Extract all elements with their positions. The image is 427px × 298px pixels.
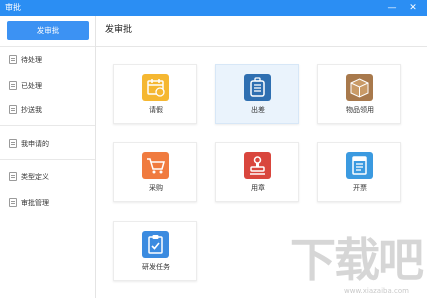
window-titlebar: 审批 — ✕: [0, 0, 427, 16]
card-business-trip[interactable]: 出差: [215, 64, 299, 124]
card-label: 用章: [251, 184, 265, 192]
card-invoice[interactable]: 开票: [317, 142, 401, 202]
task-clipboard-icon: [142, 231, 169, 258]
card-leave[interactable]: 请假: [113, 64, 197, 124]
card-label: 出差: [251, 106, 265, 114]
sidebar-item-cc-me[interactable]: 抄送我: [0, 99, 95, 121]
card-label: 开票: [353, 184, 367, 192]
watermark: 下载吧 www.xiazaiba.com: [290, 232, 424, 296]
suitcase-icon: [244, 74, 271, 101]
card-purchase[interactable]: 采购: [113, 142, 197, 202]
sidebar-item-pending[interactable]: 待处理: [0, 49, 95, 71]
sidebar-item-label: 我申请的: [21, 140, 49, 148]
sidebar-item-label: 已处理: [21, 82, 42, 90]
sidebar-item-label: 待处理: [21, 56, 42, 64]
approval-management-icon: [9, 198, 17, 207]
card-label: 请假: [149, 106, 163, 114]
cc-icon: [9, 105, 17, 114]
card-label: 研发任务: [142, 263, 170, 271]
page-title: 发审批: [105, 25, 133, 35]
done-icon: [9, 81, 17, 90]
header-divider: [96, 46, 427, 47]
sidebar-divider: [0, 46, 95, 47]
watermark-url: www.xiazaiba.com: [344, 287, 409, 295]
minimize-icon[interactable]: —: [385, 1, 399, 15]
sidebar-item-label: 类型定义: [21, 173, 49, 181]
calendar-icon: [142, 74, 169, 101]
watermark-logo: 下载吧: [290, 233, 424, 287]
close-icon[interactable]: ✕: [406, 1, 420, 15]
cart-icon: [142, 152, 169, 179]
card-item-requisition[interactable]: 物品领用: [317, 64, 401, 124]
sidebar-divider: [0, 159, 95, 160]
sidebar-item-label: 抄送我: [21, 106, 42, 114]
todo-icon: [9, 55, 17, 64]
card-label: 采购: [149, 184, 163, 192]
sidebar-divider: [0, 125, 95, 126]
stamp-icon: [244, 152, 271, 179]
sidebar-item-my-requests[interactable]: 我申请的: [0, 133, 95, 155]
card-label: 物品领用: [346, 106, 374, 114]
sidebar-item-label: 审批管理: [21, 199, 49, 207]
sidebar-item-approval-management[interactable]: 审批管理: [0, 192, 95, 214]
sidebar: 发审批 待处理 已处理 抄送我 我申请的 类型定义 审批管理: [0, 16, 96, 298]
card-seal-usage[interactable]: 用章: [215, 142, 299, 202]
sidebar-item-processed[interactable]: 已处理: [0, 75, 95, 97]
my-requests-icon: [9, 139, 17, 148]
window-title: 审批: [5, 3, 21, 12]
start-approval-button[interactable]: 发审批: [7, 21, 89, 40]
box-icon: [346, 74, 373, 101]
sidebar-item-type-definition[interactable]: 类型定义: [0, 166, 95, 188]
type-definition-icon: [9, 172, 17, 181]
card-rd-task[interactable]: 研发任务: [113, 221, 197, 281]
invoice-icon: [346, 152, 373, 179]
